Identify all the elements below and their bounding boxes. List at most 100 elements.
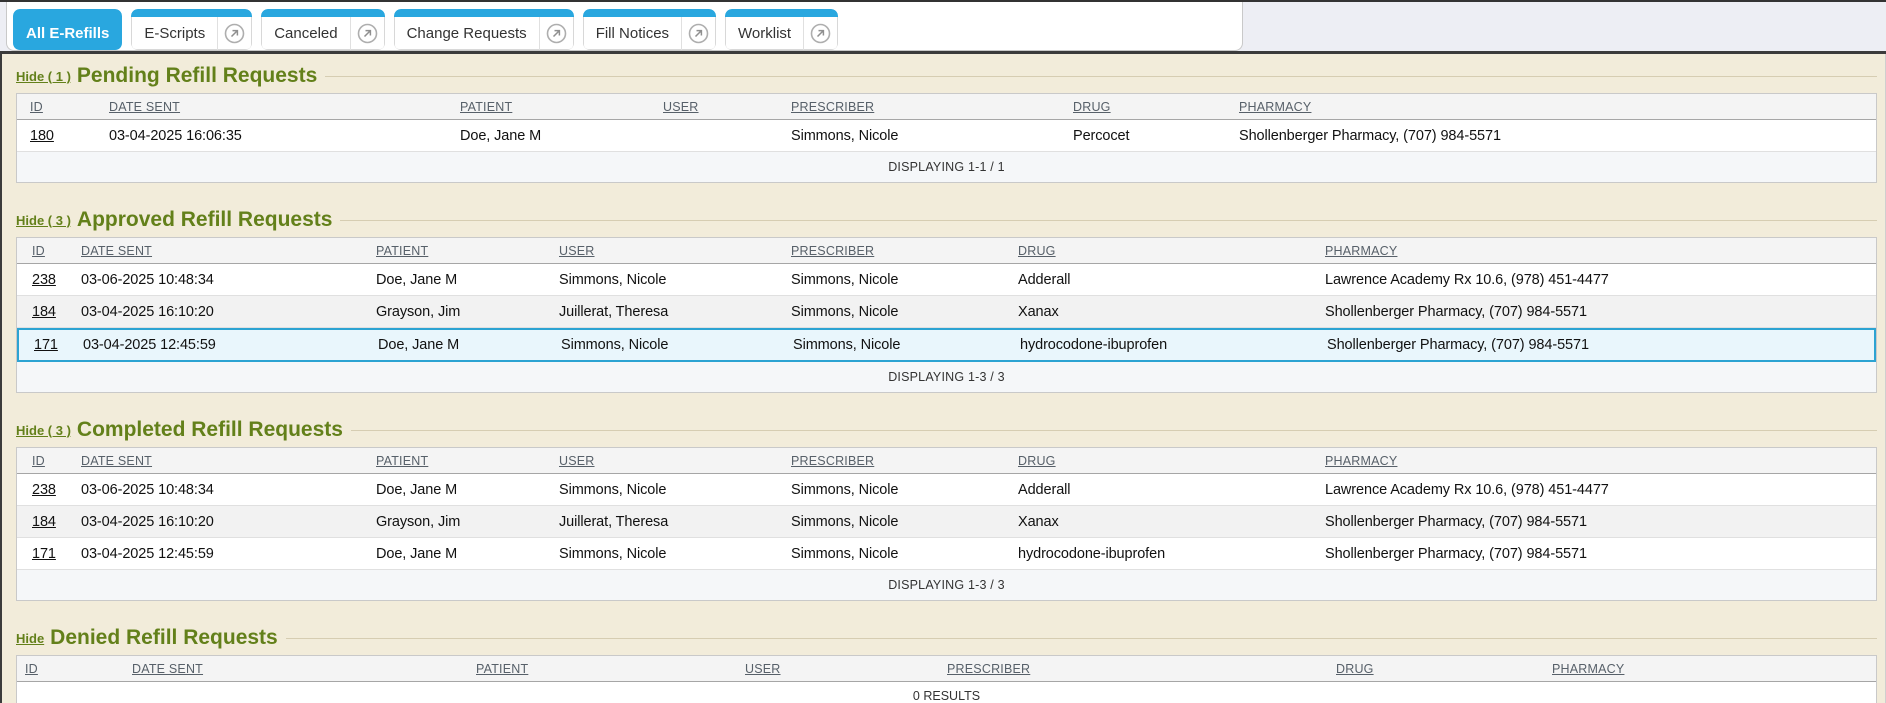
external-link-icon[interactable] xyxy=(350,17,384,50)
tab-label: E-Scripts xyxy=(132,25,217,42)
column-header-drug[interactable]: DRUG xyxy=(1336,662,1552,676)
refill-id-link[interactable]: 180 xyxy=(30,128,54,144)
refill-id-link[interactable]: 238 xyxy=(32,272,56,288)
cell-prescriber: Simmons, Nicole xyxy=(791,514,1018,530)
cell-drug: hydrocodone-ibuprofen xyxy=(1020,337,1327,353)
refill-sections: Hide ( 1 ) Pending Refill Requests ID DA… xyxy=(0,54,1886,703)
column-header-id[interactable]: ID xyxy=(30,100,109,114)
cell-pharmacy: Lawrence Academy Rx 10.6, (978) 451-4477 xyxy=(1325,482,1876,498)
tab-change-requests[interactable]: Change Requests xyxy=(394,9,574,50)
paging-status: DISPLAYING 1-3 / 3 xyxy=(17,362,1876,392)
refill-id-link[interactable]: 184 xyxy=(32,304,56,320)
section-title: Approved Refill Requests xyxy=(77,208,333,232)
section-pending-refill-requests: Hide ( 1 ) Pending Refill Requests ID DA… xyxy=(2,62,1877,183)
hide-link[interactable]: Hide ( 1 ) xyxy=(16,69,71,84)
section-title: Denied Refill Requests xyxy=(50,626,278,650)
tab-band: All E-Refills E-Scripts Canceled xyxy=(0,2,1886,51)
tab-fill-notices[interactable]: Fill Notices xyxy=(583,9,716,50)
column-header-drug[interactable]: DRUG xyxy=(1018,454,1325,468)
cell-user: Juillerat, Theresa xyxy=(559,304,791,320)
column-header-drug[interactable]: DRUG xyxy=(1073,100,1239,114)
column-header-pharmacy[interactable]: PHARMACY xyxy=(1239,100,1876,114)
column-header-id[interactable]: ID xyxy=(32,454,81,468)
column-header-id[interactable]: ID xyxy=(25,662,132,676)
column-header-prescriber[interactable]: PRESCRIBER xyxy=(947,662,1336,676)
cell-pharmacy: Shollenberger Pharmacy, (707) 984-5571 xyxy=(1327,337,1874,353)
column-header-user[interactable]: USER xyxy=(663,100,791,114)
cell-prescriber: Simmons, Nicole xyxy=(791,272,1018,288)
cell-prescriber: Simmons, Nicole xyxy=(791,482,1018,498)
column-header-date-sent[interactable]: DATE SENT xyxy=(132,662,476,676)
table-row[interactable]: 171 03-04-2025 12:45:59 Doe, Jane M Simm… xyxy=(17,538,1876,570)
cell-patient: Doe, Jane M xyxy=(376,546,559,562)
column-header-pharmacy[interactable]: PHARMACY xyxy=(1552,662,1876,676)
hide-link[interactable]: Hide ( 3 ) xyxy=(16,423,71,438)
cell-drug: Percocet xyxy=(1073,128,1239,144)
refill-id-link[interactable]: 171 xyxy=(32,546,56,562)
table-header-row: ID DATE SENT PATIENT USER PRESCRIBER DRU… xyxy=(17,656,1876,682)
divider xyxy=(325,76,1877,77)
tab-worklist[interactable]: Worklist xyxy=(725,9,838,50)
table-row[interactable]: 184 03-04-2025 16:10:20 Grayson, Jim Jui… xyxy=(17,506,1876,538)
cell-pharmacy: Shollenberger Pharmacy, (707) 984-5571 xyxy=(1239,128,1876,144)
cell-pharmacy: Lawrence Academy Rx 10.6, (978) 451-4477 xyxy=(1325,272,1876,288)
divider xyxy=(286,638,1877,639)
tab-label: Fill Notices xyxy=(584,25,681,42)
column-header-patient[interactable]: PATIENT xyxy=(476,662,745,676)
column-header-user[interactable]: USER xyxy=(559,244,791,258)
cell-date-sent: 03-04-2025 16:10:20 xyxy=(81,304,376,320)
refill-id-link[interactable]: 171 xyxy=(34,337,58,353)
cell-patient: Doe, Jane M xyxy=(460,128,663,144)
column-header-patient[interactable]: PATIENT xyxy=(376,454,559,468)
cell-pharmacy: Shollenberger Pharmacy, (707) 984-5571 xyxy=(1325,514,1876,530)
column-header-date-sent[interactable]: DATE SENT xyxy=(109,100,460,114)
cell-user: Simmons, Nicole xyxy=(561,337,793,353)
cell-prescriber: Simmons, Nicole xyxy=(791,304,1018,320)
column-header-user[interactable]: USER xyxy=(745,662,947,676)
column-header-pharmacy[interactable]: PHARMACY xyxy=(1325,244,1876,258)
section-approved-refill-requests: Hide ( 3 ) Approved Refill Requests ID D… xyxy=(2,206,1877,393)
divider xyxy=(351,430,1877,431)
tab-e-scripts[interactable]: E-Scripts xyxy=(131,9,252,50)
cell-date-sent: 03-04-2025 12:45:59 xyxy=(81,546,376,562)
column-header-pharmacy[interactable]: PHARMACY xyxy=(1325,454,1876,468)
column-header-prescriber[interactable]: PRESCRIBER xyxy=(791,244,1018,258)
cell-user: Simmons, Nicole xyxy=(559,546,791,562)
e-refills-page: All E-Refills E-Scripts Canceled xyxy=(0,0,1886,703)
tab-canceled[interactable]: Canceled xyxy=(261,9,384,50)
table-row[interactable]: 238 03-06-2025 10:48:34 Doe, Jane M Simm… xyxy=(17,474,1876,506)
tab-label: Change Requests xyxy=(395,25,539,42)
table-row[interactable]: 238 03-06-2025 10:48:34 Doe, Jane M Simm… xyxy=(17,264,1876,296)
denied-table: ID DATE SENT PATIENT USER PRESCRIBER DRU… xyxy=(16,655,1877,703)
section-title: Completed Refill Requests xyxy=(77,418,343,442)
refill-id-link[interactable]: 238 xyxy=(32,482,56,498)
column-header-user[interactable]: USER xyxy=(559,454,791,468)
paging-status: DISPLAYING 1-3 / 3 xyxy=(17,570,1876,600)
cell-pharmacy: Shollenberger Pharmacy, (707) 984-5571 xyxy=(1325,546,1876,562)
table-row[interactable]: 184 03-04-2025 16:10:20 Grayson, Jim Jui… xyxy=(17,296,1876,328)
column-header-prescriber[interactable]: PRESCRIBER xyxy=(791,454,1018,468)
cell-drug: hydrocodone-ibuprofen xyxy=(1018,546,1325,562)
approved-table: ID DATE SENT PATIENT USER PRESCRIBER DRU… xyxy=(16,237,1877,393)
refill-id-link[interactable]: 184 xyxy=(32,514,56,530)
column-header-drug[interactable]: DRUG xyxy=(1018,244,1325,258)
external-link-icon[interactable] xyxy=(539,17,573,50)
column-header-date-sent[interactable]: DATE SENT xyxy=(81,244,376,258)
cell-patient: Grayson, Jim xyxy=(376,304,559,320)
cell-drug: Xanax xyxy=(1018,304,1325,320)
column-header-patient[interactable]: PATIENT xyxy=(376,244,559,258)
cell-pharmacy: Shollenberger Pharmacy, (707) 984-5571 xyxy=(1325,304,1876,320)
table-row-selected[interactable]: 171 03-04-2025 12:45:59 Doe, Jane M Simm… xyxy=(17,328,1876,362)
hide-link[interactable]: Hide ( 3 ) xyxy=(16,213,71,228)
tab-all-e-refills[interactable]: All E-Refills xyxy=(13,9,122,50)
column-header-id[interactable]: ID xyxy=(32,244,81,258)
hide-link[interactable]: Hide xyxy=(16,631,44,646)
table-row[interactable]: 180 03-04-2025 16:06:35 Doe, Jane M Simm… xyxy=(17,120,1876,152)
tab-container: All E-Refills E-Scripts Canceled xyxy=(6,2,1243,51)
external-link-icon[interactable] xyxy=(217,17,251,50)
column-header-date-sent[interactable]: DATE SENT xyxy=(81,454,376,468)
external-link-icon[interactable] xyxy=(803,17,837,50)
external-link-icon[interactable] xyxy=(681,17,715,50)
column-header-patient[interactable]: PATIENT xyxy=(460,100,663,114)
column-header-prescriber[interactable]: PRESCRIBER xyxy=(791,100,1073,114)
